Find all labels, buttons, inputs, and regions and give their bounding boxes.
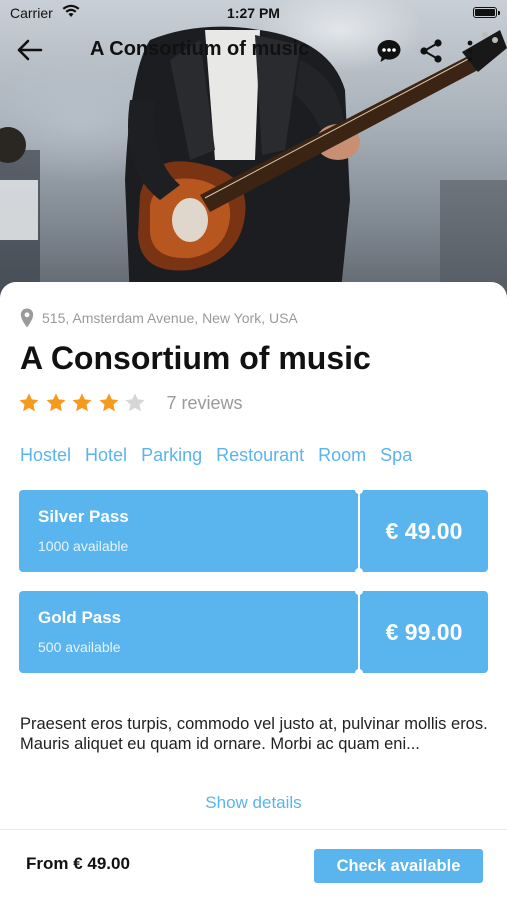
star-filled-icon bbox=[99, 393, 118, 412]
pass-price: € 49.00 bbox=[385, 518, 463, 544]
address-row: 515, Amsterdam Avenue, New York, USA bbox=[20, 308, 298, 328]
booking-footer: From € 49.00 Check available bbox=[0, 829, 507, 900]
ticket-notch bbox=[355, 486, 363, 494]
back-arrow-icon[interactable] bbox=[16, 38, 44, 62]
chat-icon[interactable] bbox=[376, 38, 402, 64]
star-filled-icon bbox=[46, 393, 65, 412]
more-vertical-icon[interactable] bbox=[460, 38, 480, 64]
tag-room[interactable]: Room bbox=[318, 445, 366, 466]
star-empty-icon bbox=[125, 393, 145, 412]
star-filled-icon bbox=[19, 393, 39, 412]
nav-bar: A Consortium of music bbox=[0, 30, 507, 70]
ticket-notch bbox=[355, 669, 363, 677]
pass-availability: 1000 available bbox=[38, 538, 129, 554]
address-text: 515, Amsterdam Avenue, New York, USA bbox=[42, 310, 298, 326]
tag-hotel[interactable]: Hotel bbox=[85, 445, 127, 466]
tag-restourant[interactable]: Restourant bbox=[216, 445, 304, 466]
tag-parking[interactable]: Parking bbox=[141, 445, 202, 466]
tag-spa[interactable]: Spa bbox=[380, 445, 412, 466]
nav-title: A Consortium of music bbox=[90, 38, 310, 60]
pass-price: € 99.00 bbox=[385, 619, 463, 645]
ticket-notch bbox=[355, 568, 363, 576]
star-filled-icon bbox=[72, 393, 92, 412]
rating-row: 7 reviews bbox=[18, 392, 243, 414]
location-pin-icon bbox=[20, 308, 34, 328]
from-price: From € 49.00 bbox=[26, 854, 130, 873]
event-description: Praesent eros turpis, commodo vel justo … bbox=[20, 715, 488, 753]
event-title: A Consortium of music bbox=[20, 340, 371, 376]
status-bar: Carrier 1:27 PM bbox=[0, 0, 507, 26]
pass-price-box: € 99.00 bbox=[360, 591, 488, 673]
pass-name: Silver Pass bbox=[38, 507, 129, 526]
check-available-button[interactable]: Check available bbox=[314, 849, 483, 883]
reviews-count[interactable]: 7 reviews bbox=[167, 393, 243, 414]
amenity-tags: Hostel Hotel Parking Restourant Room Spa bbox=[20, 445, 426, 466]
ticket-pass-silver[interactable]: Silver Pass 1000 available € 49.00 bbox=[19, 486, 488, 576]
status-time: 1:27 PM bbox=[227, 5, 280, 21]
ticket-notch bbox=[355, 587, 363, 595]
event-details-card: 515, Amsterdam Avenue, New York, USA A C… bbox=[0, 282, 507, 830]
pass-name: Gold Pass bbox=[38, 608, 122, 627]
tag-hostel[interactable]: Hostel bbox=[20, 445, 71, 466]
pass-info: Silver Pass 1000 available bbox=[19, 490, 358, 572]
battery-icon bbox=[473, 7, 500, 18]
pass-price-box: € 49.00 bbox=[360, 490, 488, 572]
pass-info: Gold Pass 500 available bbox=[19, 591, 358, 673]
pass-availability: 500 available bbox=[38, 639, 121, 655]
star-rating bbox=[18, 392, 151, 414]
ticket-pass-gold[interactable]: Gold Pass 500 available € 99.00 bbox=[19, 587, 488, 677]
show-details-link[interactable]: Show details bbox=[0, 793, 507, 813]
share-icon[interactable] bbox=[418, 38, 444, 64]
